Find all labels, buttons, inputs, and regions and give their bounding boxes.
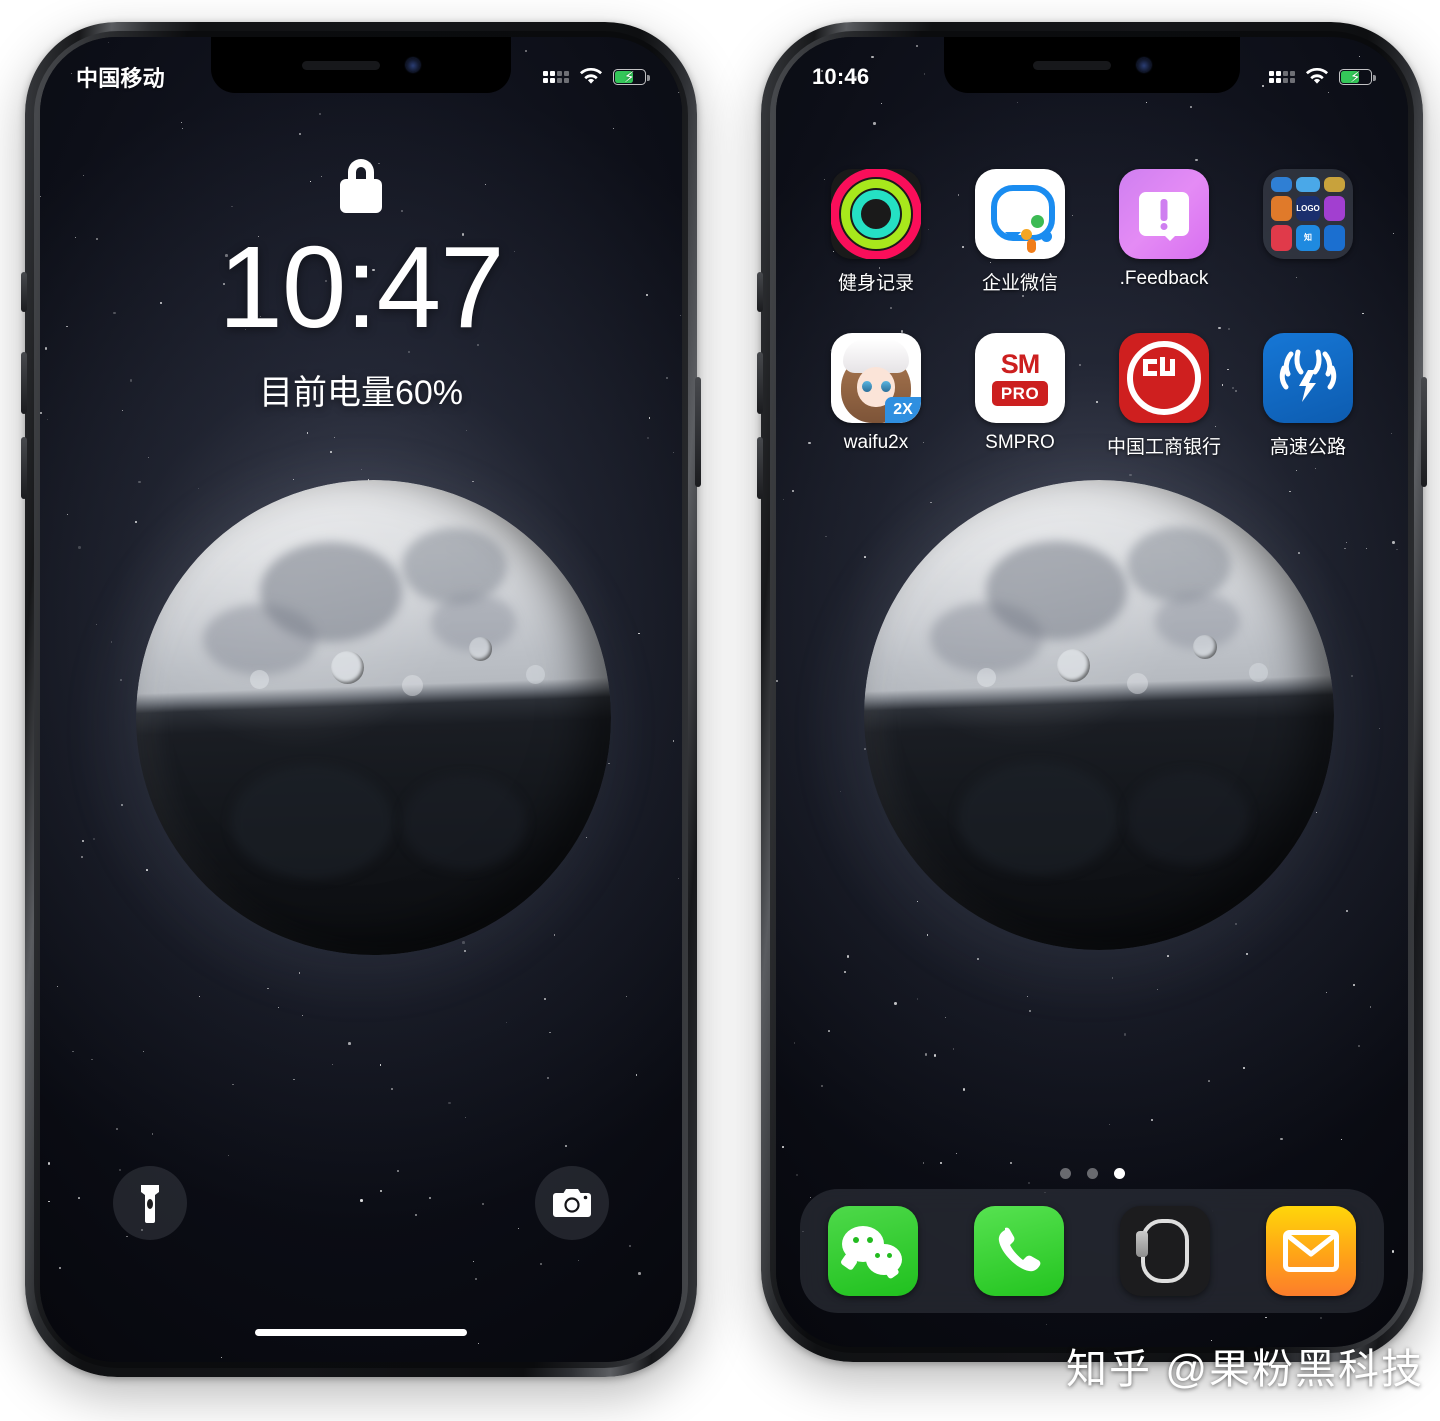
charging-bolt-icon: ⚡ bbox=[624, 69, 635, 86]
handset-icon bbox=[998, 1227, 1041, 1272]
lock-screen-phone: 中国移动 ⚡ 10:47 目前电量60% bbox=[21, 22, 701, 1377]
mute-switch[interactable] bbox=[21, 272, 27, 312]
signal-dots-icon bbox=[1269, 71, 1295, 83]
page-dot[interactable] bbox=[1059, 1168, 1071, 1179]
app-folder-icon: LOGO 知 bbox=[1263, 169, 1353, 259]
moon-graphic bbox=[136, 480, 611, 955]
smpro-bottom-text: PRO bbox=[991, 380, 1049, 406]
app-icbc[interactable]: 中国工商银行 bbox=[1092, 333, 1236, 459]
feedback-icon bbox=[1119, 169, 1209, 259]
battery-charging-icon: ⚡ bbox=[613, 69, 650, 86]
app-highway[interactable]: 高速公路 bbox=[1236, 333, 1380, 459]
status-time: 10:46 bbox=[812, 64, 870, 89]
status-bar: 中国移动 ⚡ bbox=[40, 57, 682, 97]
mini-icon-1 bbox=[1271, 177, 1293, 193]
app-waifu2x[interactable]: 2X waifu2x bbox=[804, 333, 948, 459]
mail-icon[interactable] bbox=[1266, 1206, 1356, 1296]
page-dot[interactable] bbox=[1113, 1168, 1125, 1179]
page-dot[interactable] bbox=[1086, 1168, 1098, 1179]
lock-clock: 10:47 bbox=[218, 222, 504, 352]
app-feedback[interactable]: .Feedback bbox=[1092, 169, 1236, 295]
wecom-icon bbox=[975, 169, 1065, 259]
icbc-icon bbox=[1119, 333, 1209, 423]
status-bar: 10:46 ⚡ bbox=[776, 57, 1408, 97]
mini-icon-9 bbox=[1323, 224, 1345, 251]
page-dots[interactable] bbox=[776, 1168, 1408, 1179]
waifu2x-badge: 2X bbox=[885, 397, 921, 423]
battery-status-text: 目前电量60% bbox=[258, 374, 464, 412]
antler-logo-icon bbox=[1279, 349, 1337, 402]
wifi-icon bbox=[1305, 68, 1329, 84]
watch-icon[interactable] bbox=[1120, 1206, 1210, 1296]
smpro-icon: SM PRO bbox=[975, 333, 1065, 423]
volume-down-button[interactable] bbox=[757, 437, 763, 499]
mute-switch[interactable] bbox=[757, 272, 763, 312]
home-screen[interactable]: 10:46 ⚡ 健身记录 企业微信 .Feedback LOGO 知 2X wa… bbox=[776, 37, 1408, 1347]
phone-icon[interactable] bbox=[974, 1206, 1064, 1296]
highway-icon bbox=[1263, 333, 1353, 423]
volume-up-button[interactable] bbox=[757, 352, 763, 414]
waifu2x-icon: 2X bbox=[831, 333, 921, 423]
app-grid: 健身记录 企业微信 .Feedback LOGO 知 2X waifu2x SM… bbox=[804, 169, 1380, 459]
wifi-icon bbox=[579, 68, 603, 84]
charging-bolt-icon: ⚡ bbox=[1350, 69, 1361, 86]
mini-icon-2 bbox=[1296, 177, 1320, 193]
app-label: 健身记录 bbox=[837, 273, 914, 294]
app-label: 高速公路 bbox=[1269, 437, 1346, 458]
app-label: SMPRO bbox=[985, 432, 1055, 453]
lock-icon bbox=[340, 159, 382, 213]
app-fitness[interactable]: 健身记录 bbox=[804, 169, 948, 295]
home-screen-phone: 10:46 ⚡ 健身记录 企业微信 .Feedback LOGO 知 2X wa… bbox=[757, 22, 1427, 1362]
mini-icon-5: LOGO bbox=[1296, 196, 1320, 221]
envelope-icon bbox=[1283, 1230, 1339, 1272]
watermark: 知乎 @果粉黑科技 bbox=[1065, 1346, 1424, 1392]
home-indicator[interactable] bbox=[255, 1329, 467, 1336]
fitness-rings-icon bbox=[831, 169, 921, 259]
carrier-label: 中国移动 bbox=[76, 66, 165, 91]
app-folder[interactable]: LOGO 知 bbox=[1236, 169, 1380, 295]
flashlight-icon bbox=[141, 1185, 159, 1223]
volume-down-button[interactable] bbox=[21, 437, 27, 499]
smpro-top-text: SM bbox=[1000, 348, 1040, 379]
camera-button[interactable] bbox=[535, 1166, 609, 1240]
battery-charging-icon: ⚡ bbox=[1339, 69, 1376, 86]
app-label: waifu2x bbox=[843, 432, 909, 453]
moon-graphic bbox=[864, 480, 1334, 950]
mini-icon-4 bbox=[1271, 196, 1293, 221]
flashlight-button[interactable] bbox=[113, 1166, 187, 1240]
power-button[interactable] bbox=[695, 377, 701, 487]
app-smpro[interactable]: SM PRO SMPRO bbox=[948, 333, 1092, 459]
power-button[interactable] bbox=[1421, 377, 1427, 487]
signal-dots-icon bbox=[543, 71, 569, 83]
app-label: .Feedback bbox=[1119, 268, 1209, 289]
camera-icon bbox=[553, 1189, 591, 1217]
app-wecom[interactable]: 企业微信 bbox=[948, 169, 1092, 295]
mini-icon-3 bbox=[1323, 177, 1345, 193]
wechat-icon[interactable] bbox=[828, 1206, 918, 1296]
dock bbox=[800, 1189, 1384, 1313]
mini-icon-8: 知 bbox=[1296, 224, 1320, 251]
mini-icon-7 bbox=[1271, 224, 1293, 251]
volume-up-button[interactable] bbox=[21, 352, 27, 414]
mini-icon-6 bbox=[1323, 196, 1345, 221]
screenshot-canvas: 中国移动 ⚡ 10:47 目前电量60% 10:46 ⚡ 健身记录 企业微信 .… bbox=[0, 0, 1440, 1421]
app-label: 中国工商银行 bbox=[1106, 437, 1221, 458]
app-label: 企业微信 bbox=[981, 273, 1058, 294]
lock-screen[interactable]: 中国移动 ⚡ 10:47 目前电量60% bbox=[40, 37, 682, 1362]
